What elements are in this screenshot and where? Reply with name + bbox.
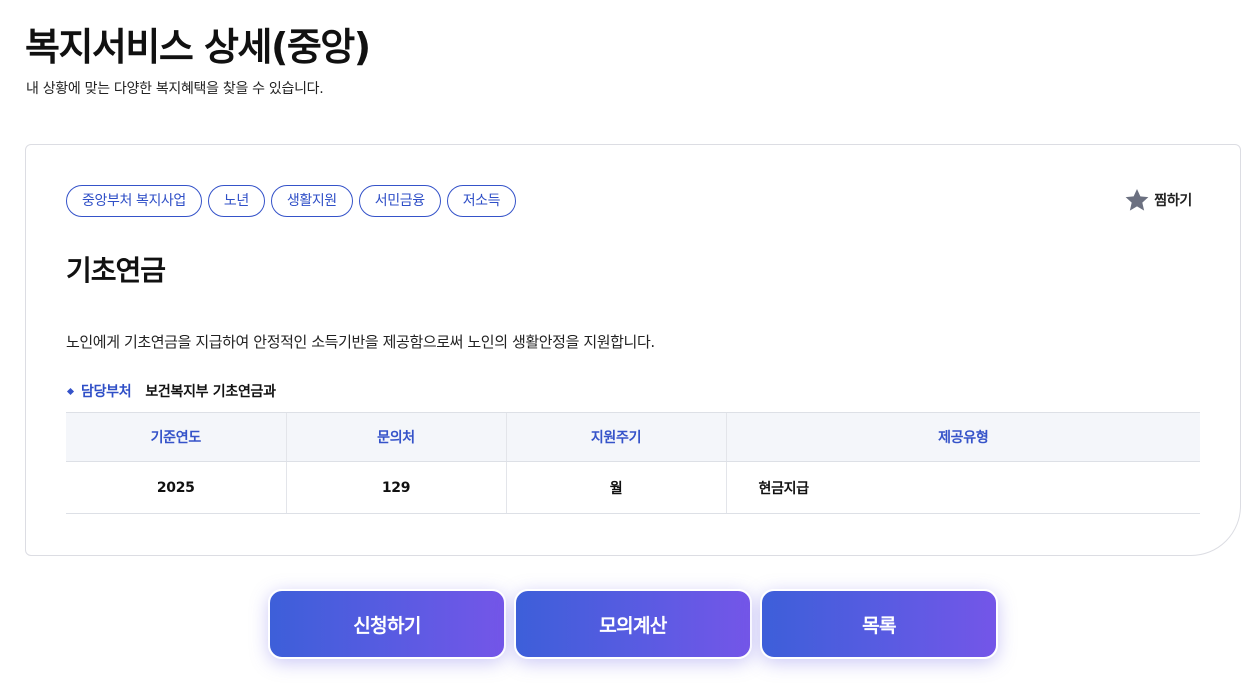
department-row: 담당부처 보건복지부 기초연금과 [66,381,276,401]
column-header-type: 제공유형 [725,412,1200,462]
table-header-row: 기준연도 문의처 지원주기 제공유형 [66,412,1200,462]
department-value: 보건복지부 기초연금과 [145,384,276,400]
cell-contact: 129 [285,461,506,514]
list-button[interactable]: 목록 [760,589,998,659]
action-buttons: 신청하기 모의계산 목록 [268,589,998,659]
service-description: 노인에게 기초연금을 지급하여 안정적인 소득기반을 제공함으로써 노인의 생활… [66,333,655,351]
category-tags: 중앙부처 복지사업 노년 생활지원 서민금융 저소득 [66,185,517,217]
column-header-cycle: 지원주기 [505,412,726,462]
table-row: 2025 129 월 현금지급 [66,461,1200,514]
tag-elderly[interactable]: 노년 [207,185,265,217]
simulate-button[interactable]: 모의계산 [514,589,752,659]
tag-low-income[interactable]: 저소득 [446,185,517,217]
apply-button[interactable]: 신청하기 [268,589,506,659]
cell-type: 현금지급 [725,461,1200,514]
department-label: 담당부처 [81,384,132,400]
service-title: 기초연금 [66,254,166,287]
column-header-contact: 문의처 [285,412,506,462]
column-header-year: 기준연도 [66,412,286,462]
cell-year: 2025 [66,461,286,514]
tag-central-ministry[interactable]: 중앙부처 복지사업 [66,185,202,217]
page-subtitle: 내 상황에 맞는 다양한 복지혜택을 찾을 수 있습니다. [26,81,324,97]
tag-microfinance[interactable]: 서민금융 [358,185,441,217]
favorite-button[interactable]: 찜하기 [1124,187,1192,213]
star-icon [1124,187,1150,213]
cell-cycle: 월 [505,461,726,514]
tag-living-support[interactable]: 생활지원 [270,185,353,217]
service-detail-card: 중앙부처 복지사업 노년 생활지원 서민금융 저소득 찜하기 기초연금 노인에게… [25,144,1241,556]
service-info-table: 기준연도 문의처 지원주기 제공유형 2025 129 월 현금지급 [66,412,1200,514]
diamond-bullet-icon [66,387,75,395]
favorite-label: 찜하기 [1154,193,1192,209]
page-title: 복지서비스 상세(중앙) [25,25,371,69]
